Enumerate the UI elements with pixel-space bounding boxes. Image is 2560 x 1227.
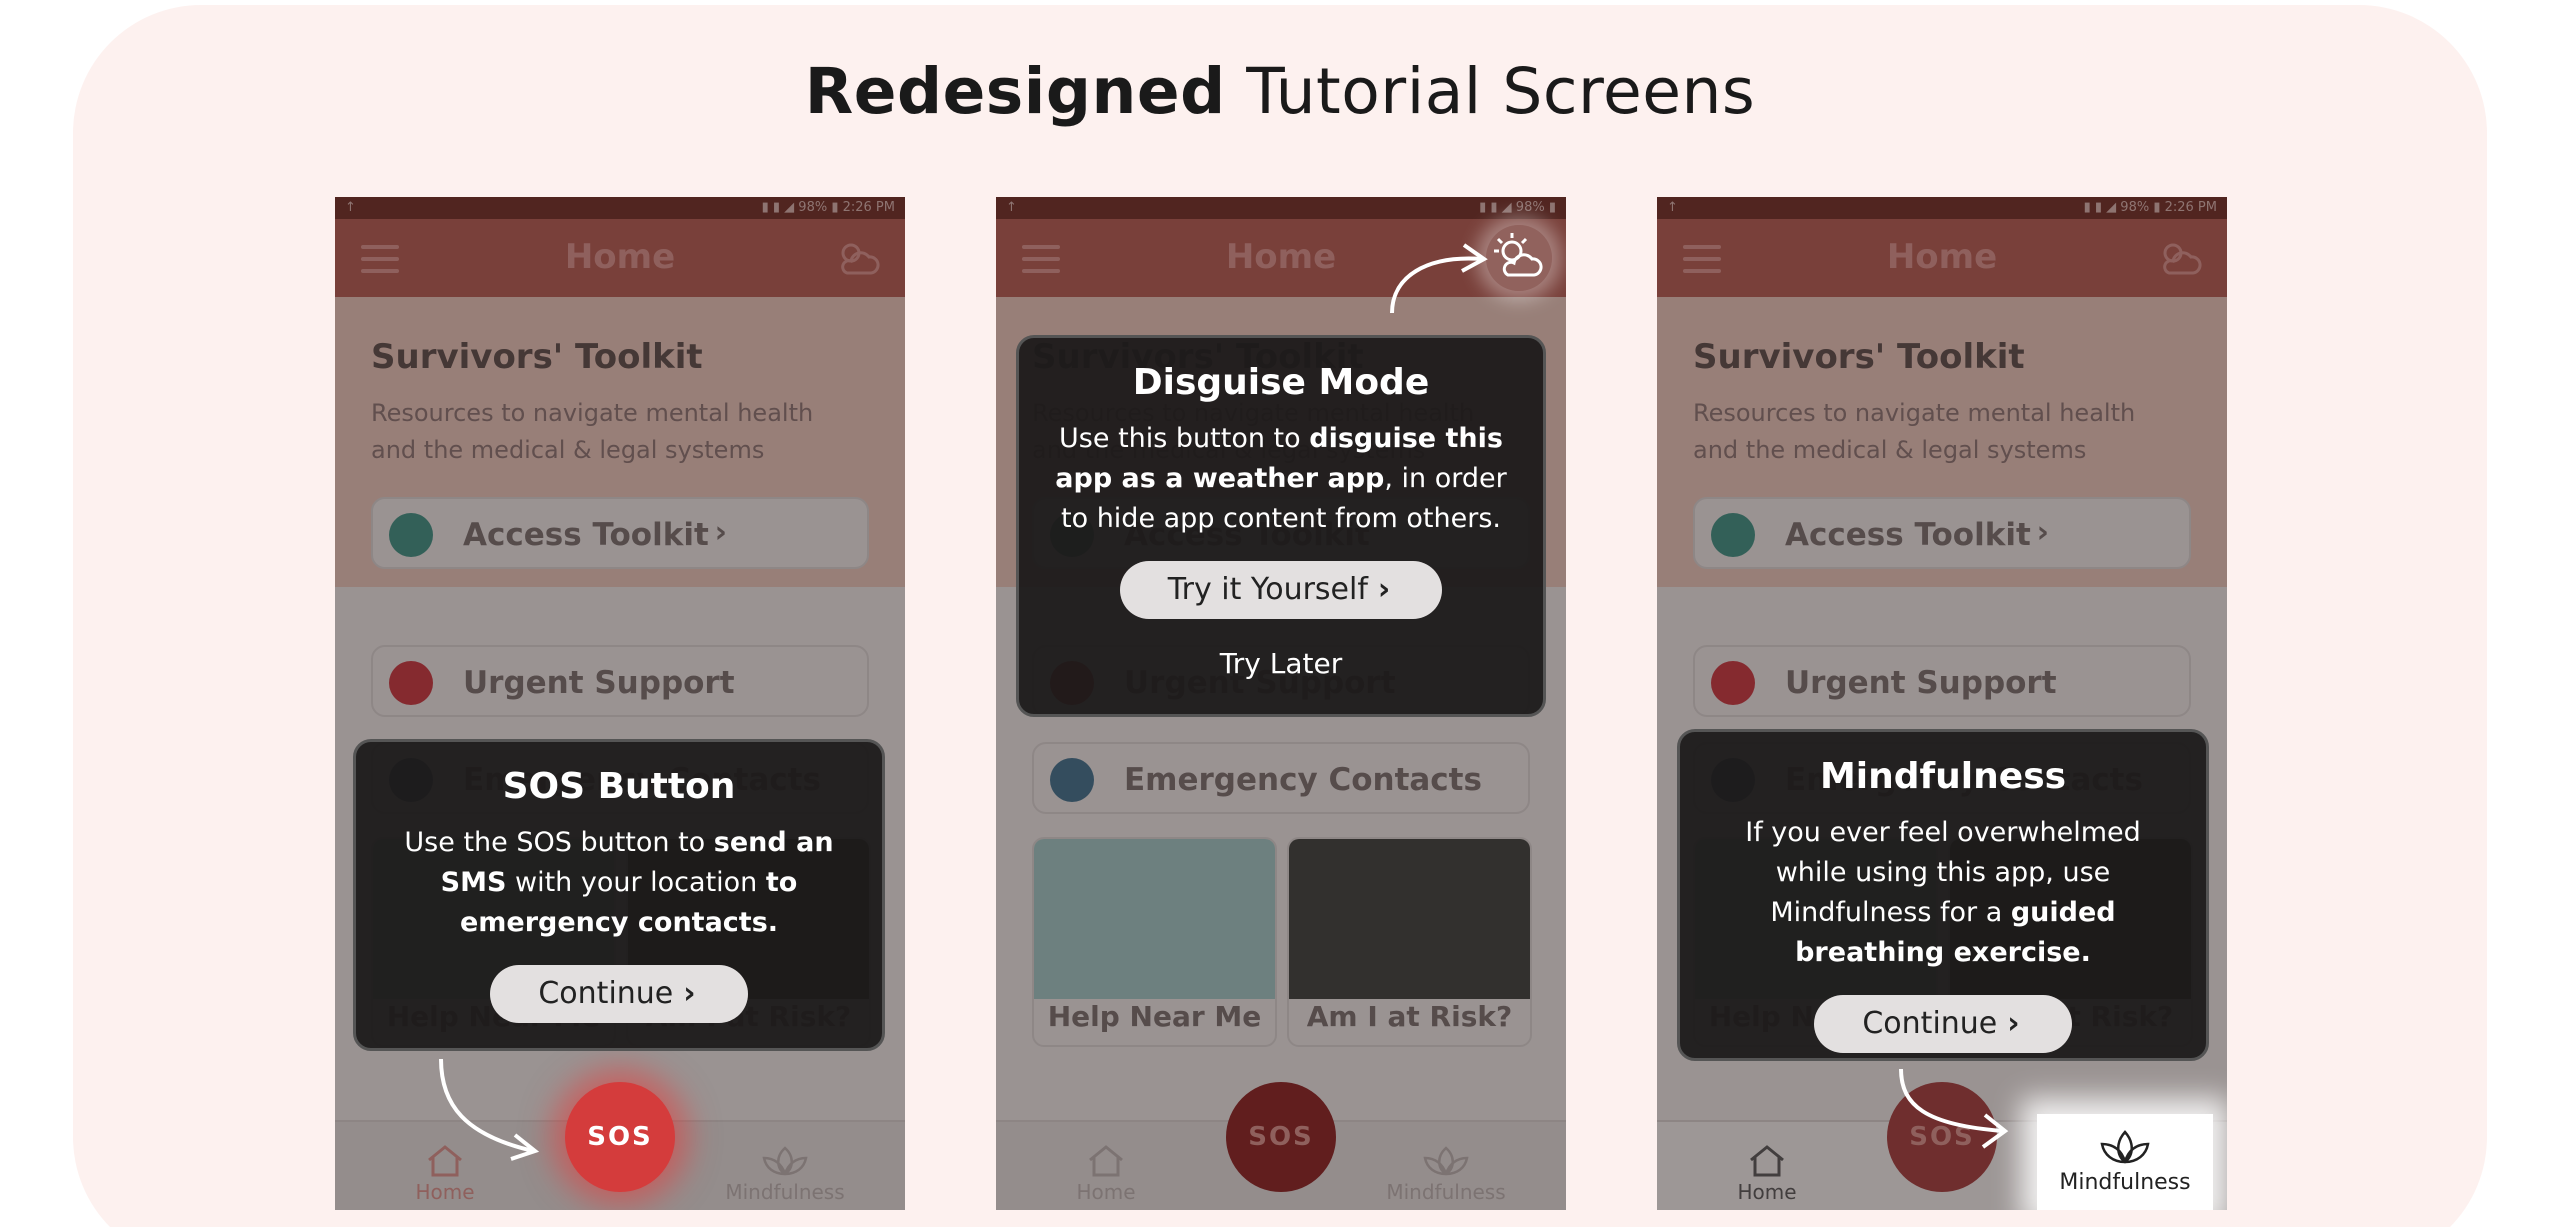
phone-disguise-tutorial: ↑▮ ▮ ◢ 98% ▮ Home Survivors' Toolkit Res… xyxy=(996,197,1566,1210)
arrow-to-sos xyxy=(439,1058,540,1161)
continue-button[interactable]: Continue › xyxy=(1814,995,2072,1053)
sos-button[interactable]: SOS xyxy=(565,1082,675,1192)
phone-mindfulness-tutorial: ↑ ▮ ▮ ◢ 98% ▮ 2:26 PM Home Survivors' Too… xyxy=(1657,197,2227,1210)
arrow-to-weather xyxy=(1390,243,1488,314)
nav-mind-label: Mindfulness xyxy=(2059,1170,2191,1195)
tutorial-overlay xyxy=(335,197,905,1210)
tooltip-title: Mindfulness xyxy=(1819,756,2067,797)
try-it-yourself-button[interactable]: Try it Yourself › xyxy=(1119,561,1443,619)
heading-light: Tutorial Screens xyxy=(1246,55,1756,128)
tooltip-mindfulness: Mindfulness If you ever feel overwhelmed… xyxy=(1677,729,2209,1061)
tooltip-title: SOS Button xyxy=(502,766,736,807)
chevron-right-icon: › xyxy=(683,976,696,1011)
tooltip-body: Use this button to disguise this app as … xyxy=(1055,423,1507,534)
page-heading: Redesigned Tutorial Screens xyxy=(0,55,2560,128)
chevron-right-icon: › xyxy=(1377,572,1391,607)
continue-button[interactable]: Continue › xyxy=(490,965,748,1023)
mindfulness-highlight[interactable]: Mindfulness xyxy=(2037,1114,2213,1210)
tooltip-body: If you ever feel overwhelmed while using… xyxy=(1745,817,2141,968)
lotus-icon xyxy=(2100,1130,2150,1164)
tooltip-sos: SOS Button Use the SOS button to send an… xyxy=(353,739,885,1051)
chevron-right-icon: › xyxy=(2007,1006,2020,1041)
tooltip-body: Use the SOS button to send an SMS with y… xyxy=(404,827,834,938)
arrow-to-mindfulness xyxy=(1899,1068,2009,1149)
heading-bold: Redesigned xyxy=(804,55,1226,128)
phone-sos-tutorial: ↑ ▮ ▮ ◢ 98% ▮ 2:26 PM Home Survivors' Too… xyxy=(335,197,905,1210)
try-later-link[interactable]: Try Later xyxy=(1019,647,1543,680)
tooltip-disguise: Disguise Mode Use this button to disguis… xyxy=(1016,335,1546,717)
tooltip-title: Disguise Mode xyxy=(1132,362,1430,403)
